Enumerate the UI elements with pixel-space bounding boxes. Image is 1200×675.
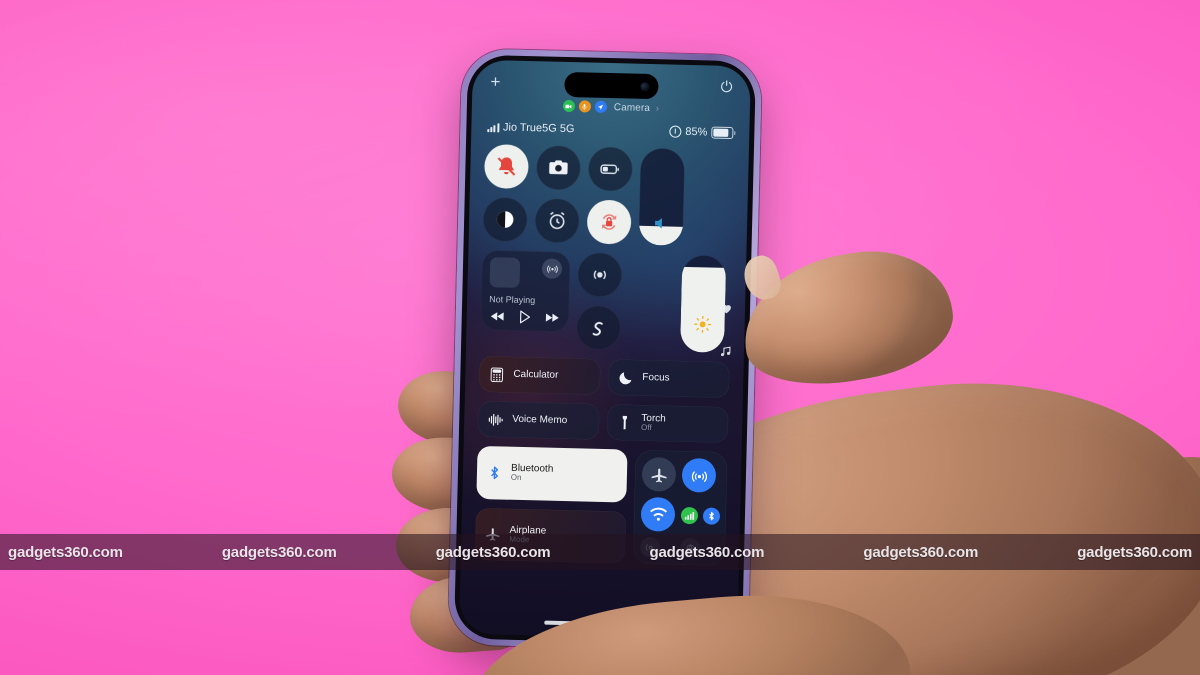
airdrop-icon [691,470,707,482]
alarm-toggle[interactable] [534,198,580,244]
carrier-label: Jio True5G 5G [502,121,575,136]
rotation-lock-icon [601,214,617,230]
shazam-icon [592,321,603,336]
watermark-text: gadgets360.com [8,543,123,561]
add-control-button[interactable]: + [490,72,500,91]
screen-mirroring-icon [593,270,606,280]
watermark-text: gadgets360.com [221,543,337,561]
bell-slash-icon [497,157,516,176]
signal-bars-icon [487,122,500,132]
shazam-toggle[interactable] [576,305,622,351]
speaker-icon [652,214,671,237]
wifi-icon [649,507,667,521]
battery-fill [713,128,729,137]
dark-mode-toggle[interactable] [482,196,528,243]
voice-memo-pill[interactable]: Voice Memo [477,400,600,440]
connectivity-small-row [680,498,721,533]
focus-text: Focus [642,372,669,384]
bluetooth-icon [709,511,714,520]
calculator-text: Calculator [513,369,558,381]
toggle-column-5 [628,254,674,352]
power-button-icon[interactable]: ⏻ [720,78,732,98]
cellular-data-toggle[interactable] [680,506,699,524]
focus-label: Focus [642,372,670,384]
rotation-lock-toggle[interactable] [586,199,632,245]
torch-text: Torch Off [641,413,666,434]
side-shortcut-icons [719,302,733,358]
home-indicator[interactable] [544,620,653,628]
alarm-clock-icon [549,211,565,230]
carrier-group: Jio True5G 5G [487,121,575,136]
camera-icon [549,160,568,175]
waveform-icon [488,413,503,426]
chevron-right-icon[interactable]: › [656,103,659,113]
camera-shortcut-toggle[interactable] [535,145,581,191]
airplane-icon [651,468,667,482]
play-icon[interactable] [519,310,531,324]
airplay-button[interactable] [541,258,563,279]
camera-indicator-icon [562,99,576,113]
watermark-text: gadgets360.com [649,543,765,561]
torch-state: Off [641,423,652,433]
screen-mirroring-toggle[interactable] [577,252,623,298]
media-controls [489,309,561,325]
silent-mode-toggle[interactable] [483,144,529,190]
bluetooth-text: Bluetooth On [511,463,554,484]
battery-group: 85% [669,125,734,140]
dynamic-island [564,71,659,100]
control-center-row-1: Calculator Focus [478,355,730,399]
control-center-row-2: Voice Memo Torch Off [477,400,729,444]
control-center-row-media: Not Playing [480,249,732,353]
contrast-circle-icon [496,211,514,228]
flashlight-icon [622,415,628,429]
watermark-text: gadgets360.com [1077,543,1192,561]
low-power-mode-toggle[interactable] [587,146,633,192]
cellular-icon [684,511,695,520]
voice-memo-label: Voice Memo [512,414,568,427]
control-center-row-toggles [482,144,735,247]
front-camera-icon [640,81,650,92]
calculator-icon [490,367,504,382]
calculator-label: Calculator [513,369,559,382]
heart-icon[interactable] [720,302,733,315]
bluetooth-state: On [510,473,522,483]
microphone-indicator-icon [578,100,591,113]
watermark-band: gadgets360.com gadgets360.com gadgets360… [0,534,1200,570]
bluetooth-toggle[interactable] [702,506,721,525]
voice-memo-text: Voice Memo [512,414,567,427]
bluetooth-pill[interactable]: Bluetooth On [476,445,628,503]
toggle-column-1 [482,144,529,243]
status-bar: Jio True5G 5G 85% [487,118,734,142]
toggle-column-4 [576,252,623,351]
bluetooth-icon [491,466,499,479]
moon-icon [619,371,632,384]
toggle-column-2 [534,145,581,244]
wifi-toggle[interactable] [640,496,676,532]
airplay-icon [546,264,558,273]
screenshot-stage: + ⏻ Camera › Jio True5G 5G 85% Not Playi… [0,0,1200,675]
music-note-icon[interactable] [719,345,732,358]
watermark-text: gadgets360.com [863,543,979,561]
torch-pill[interactable]: Torch Off [606,404,729,444]
battery-icon [600,164,620,175]
watermark-text: gadgets360.com [435,543,551,561]
calculator-pill[interactable]: Calculator [478,355,601,395]
airplane-mode-toggle[interactable] [641,456,677,492]
media-title: Not Playing [489,294,536,306]
volume-slider[interactable] [638,147,685,246]
media-widget[interactable]: Not Playing [480,249,571,333]
sun-icon [693,315,712,338]
battery-icon [711,126,734,140]
battery-percent-label: 85% [685,125,708,139]
focus-pill[interactable]: Focus [607,359,730,399]
location-indicator-icon [594,100,607,113]
album-art-placeholder [489,257,521,288]
fast-forward-icon[interactable] [545,312,559,324]
airdrop-toggle[interactable] [681,457,717,493]
toggle-column-3 [586,146,633,245]
privacy-app-label[interactable]: Camera [614,102,650,114]
screen-lock-icon [669,125,682,138]
rewind-icon[interactable] [490,310,505,322]
